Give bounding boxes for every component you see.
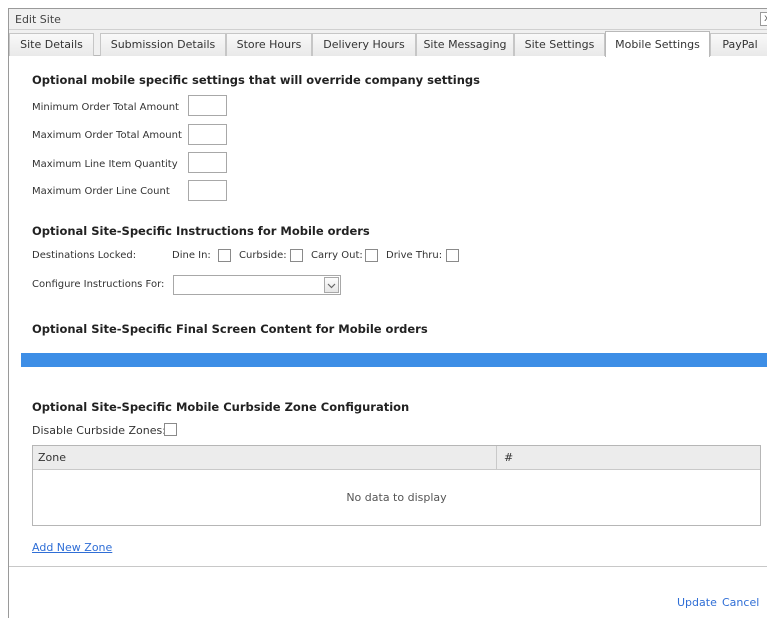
tab-paypal[interactable]: PayPal xyxy=(710,33,767,56)
tab-site-messaging[interactable]: Site Messaging xyxy=(416,33,514,56)
max-line-item-qty-input[interactable] xyxy=(188,152,227,173)
add-new-zone-link[interactable]: Add New Zone xyxy=(32,541,112,554)
chevron-down-icon[interactable] xyxy=(324,277,339,293)
column-header-zone[interactable]: Zone xyxy=(33,446,497,470)
max-order-total-input[interactable] xyxy=(188,124,227,145)
max-order-total-label: Maximum Order Total Amount xyxy=(32,130,182,141)
max-line-item-qty-label: Maximum Line Item Quantity xyxy=(32,159,178,170)
tab-site-details[interactable]: Site Details xyxy=(9,33,94,56)
close-icon[interactable]: x xyxy=(760,12,767,26)
carry-out-label: Carry Out: xyxy=(311,250,363,261)
mobile-settings-heading: Optional mobile specific settings that w… xyxy=(32,73,481,87)
min-order-total-label: Minimum Order Total Amount xyxy=(32,102,179,113)
zone-grid: Zone # No data to display xyxy=(32,445,761,526)
configure-instructions-label: Configure Instructions For: xyxy=(32,279,165,290)
destinations-locked-label: Destinations Locked: xyxy=(32,250,137,261)
tab-submission-details[interactable]: Submission Details xyxy=(100,33,226,56)
tab-bar: Site Details Submission Details Store Ho… xyxy=(9,30,767,57)
dialog-title: Edit Site xyxy=(15,13,61,26)
curbside-checkbox[interactable] xyxy=(290,249,303,262)
curbside-zone-heading: Optional Site-Specific Mobile Curbside Z… xyxy=(32,400,410,414)
tab-delivery-hours[interactable]: Delivery Hours xyxy=(312,33,416,56)
disable-curbside-checkbox[interactable] xyxy=(164,423,177,436)
tab-site-settings[interactable]: Site Settings xyxy=(514,33,605,56)
final-screen-heading: Optional Site-Specific Final Screen Cont… xyxy=(32,322,428,336)
carry-out-checkbox[interactable] xyxy=(365,249,378,262)
min-order-total-input[interactable] xyxy=(188,95,227,116)
footer-divider xyxy=(9,566,767,567)
tab-mobile-settings[interactable]: Mobile Settings xyxy=(605,31,710,57)
max-order-line-count-input[interactable] xyxy=(188,180,227,201)
grid-empty-message: No data to display xyxy=(346,491,447,504)
cancel-button[interactable]: Cancel xyxy=(722,596,759,609)
dine-in-label: Dine In: xyxy=(172,250,211,261)
max-order-line-count-label: Maximum Order Line Count xyxy=(32,186,170,197)
edit-site-dialog: Edit Site x Site Details Submission Deta… xyxy=(8,8,767,618)
configure-instructions-dropdown[interactable] xyxy=(173,275,341,295)
update-button[interactable]: Update xyxy=(677,596,717,609)
curbside-label: Curbside: xyxy=(239,250,287,261)
dialog-titlebar: Edit Site x xyxy=(9,9,767,30)
drive-thru-label: Drive Thru: xyxy=(386,250,443,261)
drive-thru-checkbox[interactable] xyxy=(446,249,459,262)
disable-curbside-label: Disable Curbside Zones: xyxy=(32,424,166,437)
column-header-number[interactable]: # xyxy=(497,446,513,470)
grid-header: Zone # xyxy=(33,446,760,470)
final-screen-content-bar[interactable] xyxy=(21,353,767,367)
dine-in-checkbox[interactable] xyxy=(218,249,231,262)
tab-store-hours[interactable]: Store Hours xyxy=(226,33,312,56)
instructions-heading: Optional Site-Specific Instructions for … xyxy=(32,224,370,238)
